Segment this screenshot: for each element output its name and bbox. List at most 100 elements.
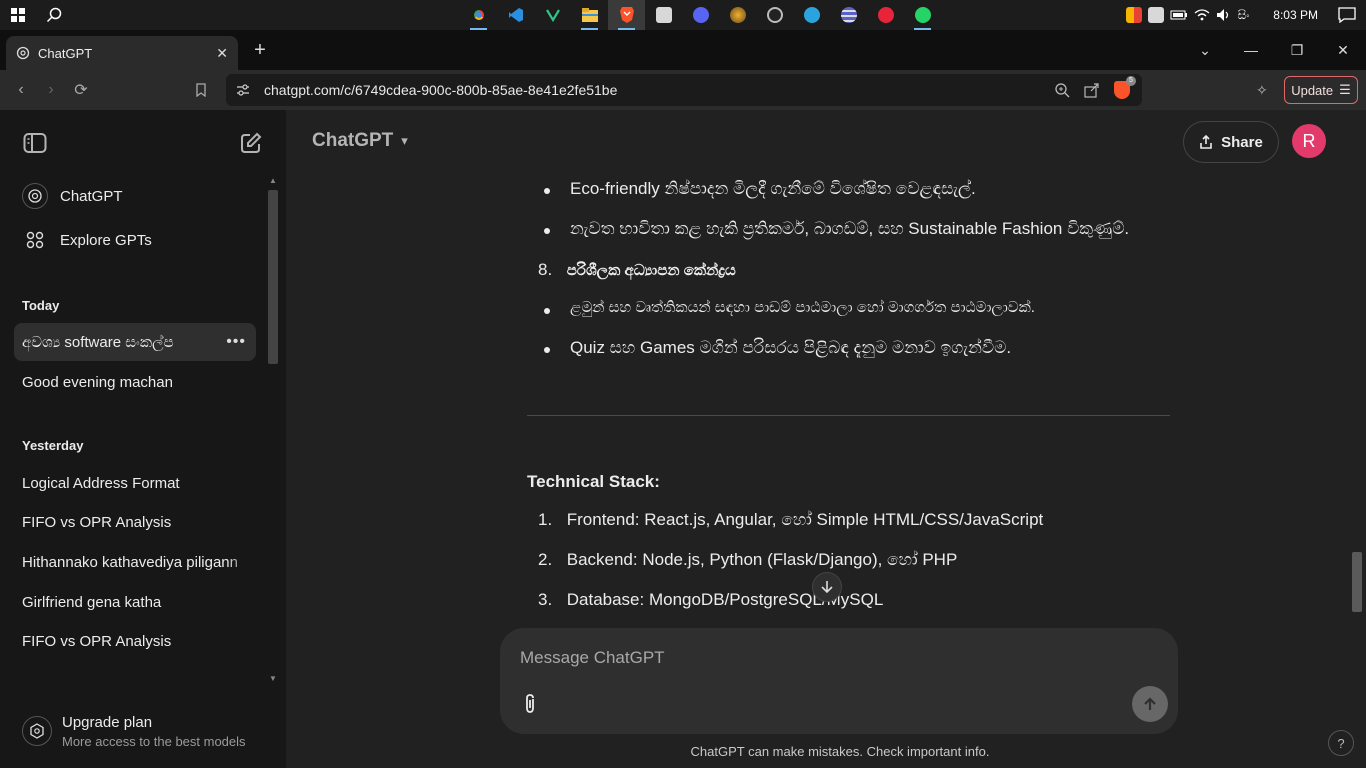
- more-options-icon[interactable]: •••: [226, 333, 246, 351]
- update-button[interactable]: Update ☰: [1284, 76, 1358, 104]
- scroll-up-arrow-icon[interactable]: ▲: [269, 176, 277, 185]
- taskbar-telegram[interactable]: [793, 0, 830, 30]
- minimize-button[interactable]: —: [1228, 42, 1274, 58]
- bookmark-icon[interactable]: [186, 75, 216, 105]
- list-item: 2. Backend: Node.js, Python (Flask/Djang…: [538, 550, 957, 570]
- openai-logo-icon: [16, 46, 30, 60]
- visual-studio-icon: [545, 9, 560, 23]
- chat-history-item[interactable]: Logical Address Format: [14, 464, 256, 502]
- share-label: Share: [1221, 133, 1263, 151]
- windows-logo-icon: [11, 8, 25, 22]
- message-composer[interactable]: Message ChatGPT: [500, 628, 1178, 734]
- list-item-title: පරිශීලක අධ්‍යාපන කේන්ද්‍රය: [566, 262, 736, 279]
- conversation-content: Eco-friendly නිෂ්පාදන මිලදී ගැනීමේ විශේෂ…: [286, 172, 1366, 632]
- arrow-down-icon: [821, 581, 833, 594]
- chat-history-item[interactable]: අවශ්‍ය software සංකල්ප •••: [14, 323, 256, 361]
- taskbar-discord[interactable]: [682, 0, 719, 30]
- tab-search-chevron-icon[interactable]: ⌄: [1182, 42, 1228, 59]
- input-language[interactable]: සිං: [1238, 8, 1250, 23]
- taskbar-whatsapp[interactable]: [904, 0, 941, 30]
- disclaimer-text: ChatGPT can make mistakes. Check importa…: [690, 744, 990, 759]
- send-button[interactable]: [1132, 686, 1168, 722]
- taskbar-app-6[interactable]: [645, 0, 682, 30]
- attach-button[interactable]: [518, 692, 542, 716]
- list-item-text: Backend: Node.js, Python (Flask/Django),…: [566, 550, 958, 569]
- main-chat-area: ChatGPT ▾ Share R Eco-friendly නිෂ්පාදන …: [286, 110, 1366, 768]
- share-button[interactable]: Share: [1183, 121, 1279, 163]
- taskbar-app-12[interactable]: [867, 0, 904, 30]
- app-icon: [877, 7, 894, 23]
- sidebar: ChatGPT Explore GPTs Today අවශ්‍ය softwa…: [0, 110, 286, 768]
- grid-icon: [22, 227, 48, 253]
- site-info-icon[interactable]: [236, 83, 250, 97]
- address-bar-actions: 5: [1054, 74, 1136, 106]
- chat-history-item[interactable]: Girlfriend gena katha: [14, 583, 256, 621]
- wifi-icon[interactable]: [1194, 8, 1210, 22]
- app-icon: [766, 7, 783, 23]
- openai-logo-icon: [22, 183, 48, 209]
- app-tray-icon[interactable]: [1125, 7, 1142, 23]
- forward-button[interactable]: ›: [36, 75, 66, 105]
- windows-taskbar: සිං 8:03 PM: [0, 0, 1366, 30]
- taskbar-visual-studio[interactable]: [534, 0, 571, 30]
- upgrade-plan-button[interactable]: Upgrade plan More access to the best mod…: [14, 706, 274, 756]
- toggle-sidebar-button[interactable]: [22, 130, 48, 156]
- start-button[interactable]: [0, 0, 36, 30]
- scroll-down-arrow-icon[interactable]: ▼: [269, 674, 277, 683]
- maximize-button[interactable]: ❐: [1274, 42, 1320, 59]
- chat-history-item[interactable]: FIFO vs OPR Analysis: [14, 622, 256, 660]
- chat-history-item[interactable]: FIFO vs OPR Analysis: [14, 503, 256, 541]
- app-icon: [840, 7, 857, 23]
- telegram-icon: [803, 7, 820, 23]
- avatar[interactable]: R: [1292, 124, 1326, 158]
- sidebar-item-chatgpt[interactable]: ChatGPT: [14, 176, 264, 216]
- zoom-icon[interactable]: [1054, 82, 1070, 98]
- taskbar-file-explorer[interactable]: [571, 0, 608, 30]
- taskbar-search-button[interactable]: [36, 0, 72, 30]
- taskbar-app-9[interactable]: [756, 0, 793, 30]
- new-tab-button[interactable]: +: [250, 38, 270, 62]
- arrow-up-icon: [1144, 697, 1156, 710]
- taskbar-app-11[interactable]: [830, 0, 867, 30]
- taskbar-brave[interactable]: [608, 0, 645, 30]
- close-window-button[interactable]: ✕: [1320, 42, 1366, 59]
- scroll-to-bottom-button[interactable]: [812, 572, 842, 602]
- browser-tab-strip: ChatGPT ✕: [0, 30, 1366, 70]
- help-button[interactable]: ?: [1328, 730, 1354, 756]
- taskbar-chrome[interactable]: [460, 0, 497, 30]
- chat-history-item[interactable]: Good evening machan: [14, 363, 256, 401]
- model-selector[interactable]: ChatGPT ▾: [312, 130, 408, 152]
- reload-button[interactable]: ⟳: [66, 75, 96, 105]
- browser-tab[interactable]: ChatGPT ✕: [6, 36, 238, 70]
- shields-count-badge: 5: [1126, 76, 1136, 86]
- chat-title: FIFO vs OPR Analysis: [22, 513, 172, 531]
- new-chat-button[interactable]: [238, 130, 264, 156]
- battery-icon[interactable]: [1170, 9, 1188, 21]
- divider: [527, 415, 1170, 416]
- sidebar-item-explore-gpts[interactable]: Explore GPTs: [14, 220, 264, 260]
- upgrade-title: Upgrade plan: [62, 713, 153, 731]
- sidebar-toggle-icon: [23, 133, 47, 153]
- chat-scrollbar[interactable]: [1352, 552, 1362, 612]
- leo-ai-icon[interactable]: ✧: [1256, 82, 1268, 99]
- chat-history-item[interactable]: Hithannako kathavediya piligann: [14, 543, 256, 581]
- list-number: 8.: [538, 260, 553, 279]
- notification-icon[interactable]: [1338, 7, 1356, 23]
- list-item: ළමුන් සහ වෘත්තිකයන් සඳහා පාඩම් පාඨමාලා හ…: [544, 299, 1035, 316]
- share-page-icon[interactable]: [1084, 82, 1100, 98]
- sidebar-nav-label: Explore GPTs: [60, 231, 152, 249]
- taskbar-vscode[interactable]: [497, 0, 534, 30]
- taskbar-app-8[interactable]: [719, 0, 756, 30]
- message-input[interactable]: Message ChatGPT: [520, 648, 665, 668]
- sidebar-scrollbar[interactable]: [268, 190, 278, 364]
- brave-shields-icon[interactable]: 5: [1114, 76, 1136, 99]
- address-bar[interactable]: chatgpt.com/c/6749cdea-900c-800b-85ae-8e…: [226, 74, 1142, 106]
- close-tab-icon[interactable]: ✕: [216, 45, 228, 62]
- today-heading: Today: [22, 298, 60, 313]
- browser-tab-title: ChatGPT: [38, 45, 93, 61]
- volume-icon[interactable]: [1216, 8, 1232, 22]
- back-button[interactable]: ‹: [6, 75, 36, 105]
- menu-icon: ☰: [1339, 82, 1351, 97]
- app-tray-icon[interactable]: [1147, 7, 1164, 23]
- clock[interactable]: 8:03 PM: [1273, 8, 1318, 22]
